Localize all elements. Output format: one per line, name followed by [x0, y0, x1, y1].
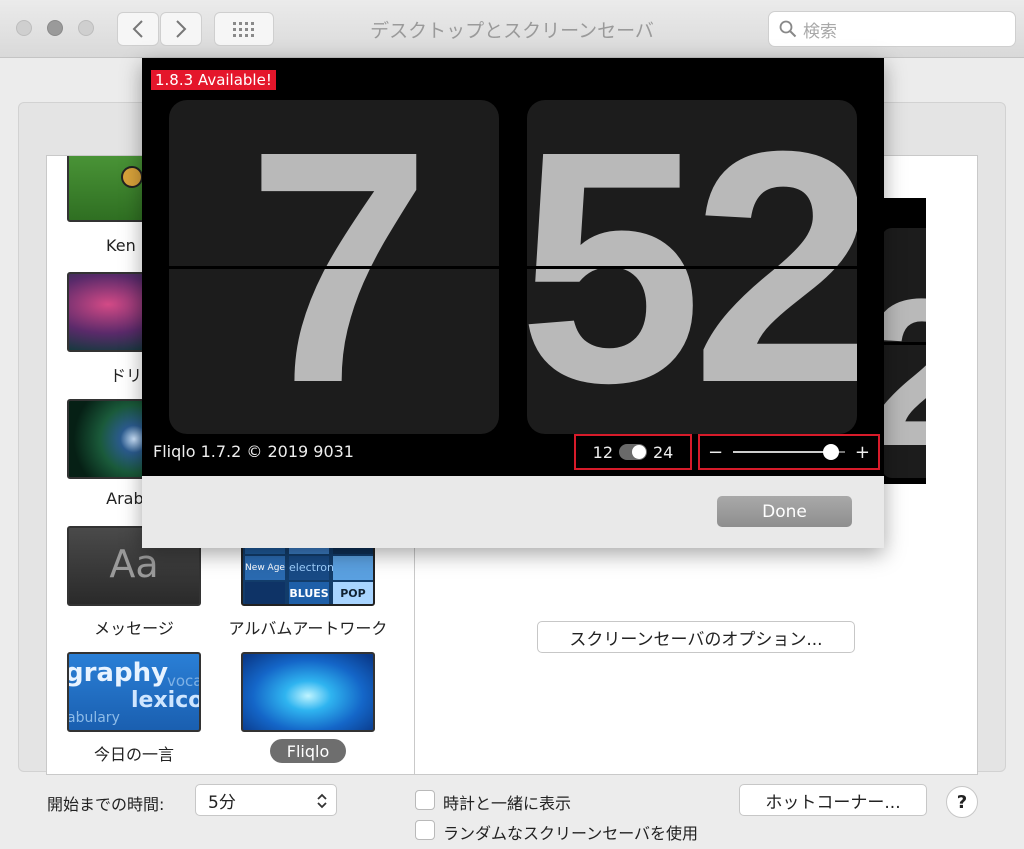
minute-card: 52	[527, 100, 857, 434]
size-control: − +	[698, 434, 880, 470]
done-button[interactable]: Done	[717, 496, 852, 527]
search-icon	[779, 20, 797, 38]
slider-knob[interactable]	[823, 444, 840, 460]
hour-mode-toggle[interactable]	[619, 444, 647, 460]
thumb-fliqlo[interactable]	[241, 652, 375, 732]
random-screensaver-checkbox[interactable]	[415, 820, 435, 840]
random-screensaver-label: ランダムなスクリーンセーバを使用	[443, 824, 699, 843]
card-split	[882, 342, 926, 345]
search-field[interactable]: 検索	[768, 11, 1016, 47]
word-text: abulary	[67, 710, 120, 726]
preview-clock: 2	[880, 198, 926, 484]
fliqlo-options-sheet: 1.8.3 Available! 7 52 Fliqlo 1.7.2 © 201…	[142, 58, 884, 548]
album-tile	[245, 582, 285, 604]
screensaver-label: 今日の一言	[93, 745, 174, 764]
album-tile: BLUES	[289, 582, 329, 604]
screensaver-label-selected: Fliqlo	[270, 739, 346, 763]
word-text: graphy	[67, 658, 169, 688]
start-after-value: 5分	[208, 792, 236, 813]
search-placeholder: 検索	[803, 21, 837, 42]
size-slider[interactable]	[733, 444, 845, 460]
preview-digit: 2	[880, 268, 926, 478]
card-split	[527, 266, 857, 269]
title-bar: デスクトップとスクリーンセーバ 検索	[0, 0, 1024, 58]
chevron-updown-icon	[317, 793, 327, 809]
hour-mode-control: 12 24	[574, 434, 692, 470]
toggle-knob	[632, 445, 646, 459]
album-tile: New Age	[245, 556, 285, 580]
fliqlo-version-text: Fliqlo 1.7.2 © 2019 9031	[153, 442, 354, 461]
screensaver-label: アルバムアートワーク	[228, 619, 388, 638]
update-available-badge[interactable]: 1.8.3 Available!	[151, 70, 276, 90]
preview-flip-card: 2	[880, 228, 926, 478]
screensaver-options-button[interactable]: スクリーンセーバのオプション...	[537, 621, 855, 653]
show-clock-checkbox[interactable]	[415, 790, 435, 810]
word-text: lexicog	[131, 688, 199, 713]
album-tile: electronic	[289, 556, 343, 580]
mode-12-label: 12	[592, 442, 613, 462]
screensaver-label: メッセージ	[94, 619, 174, 638]
card-split	[169, 266, 499, 269]
size-minus-icon[interactable]: −	[708, 442, 723, 463]
message-thumb-text: Aa	[109, 542, 159, 586]
fliqlo-preview: 1.8.3 Available! 7 52 Fliqlo 1.7.2 © 201…	[142, 58, 884, 476]
size-plus-icon[interactable]: +	[855, 442, 870, 463]
start-after-label: 開始までの時間:	[47, 795, 165, 814]
ladybug-image	[121, 166, 143, 188]
hour-card: 7	[169, 100, 499, 434]
show-clock-label: 時計と一緒に表示	[443, 794, 572, 813]
hot-corners-button[interactable]: ホットコーナー...	[739, 784, 927, 816]
album-tile: POP	[333, 582, 373, 604]
slider-fill	[733, 451, 832, 453]
album-tile	[333, 556, 373, 580]
thumb-word-of-the-day[interactable]: graphy voca lexicog abulary	[67, 652, 201, 732]
start-after-select[interactable]: 5分	[195, 784, 337, 816]
mode-24-label: 24	[653, 442, 674, 462]
help-button[interactable]: ?	[946, 786, 978, 818]
